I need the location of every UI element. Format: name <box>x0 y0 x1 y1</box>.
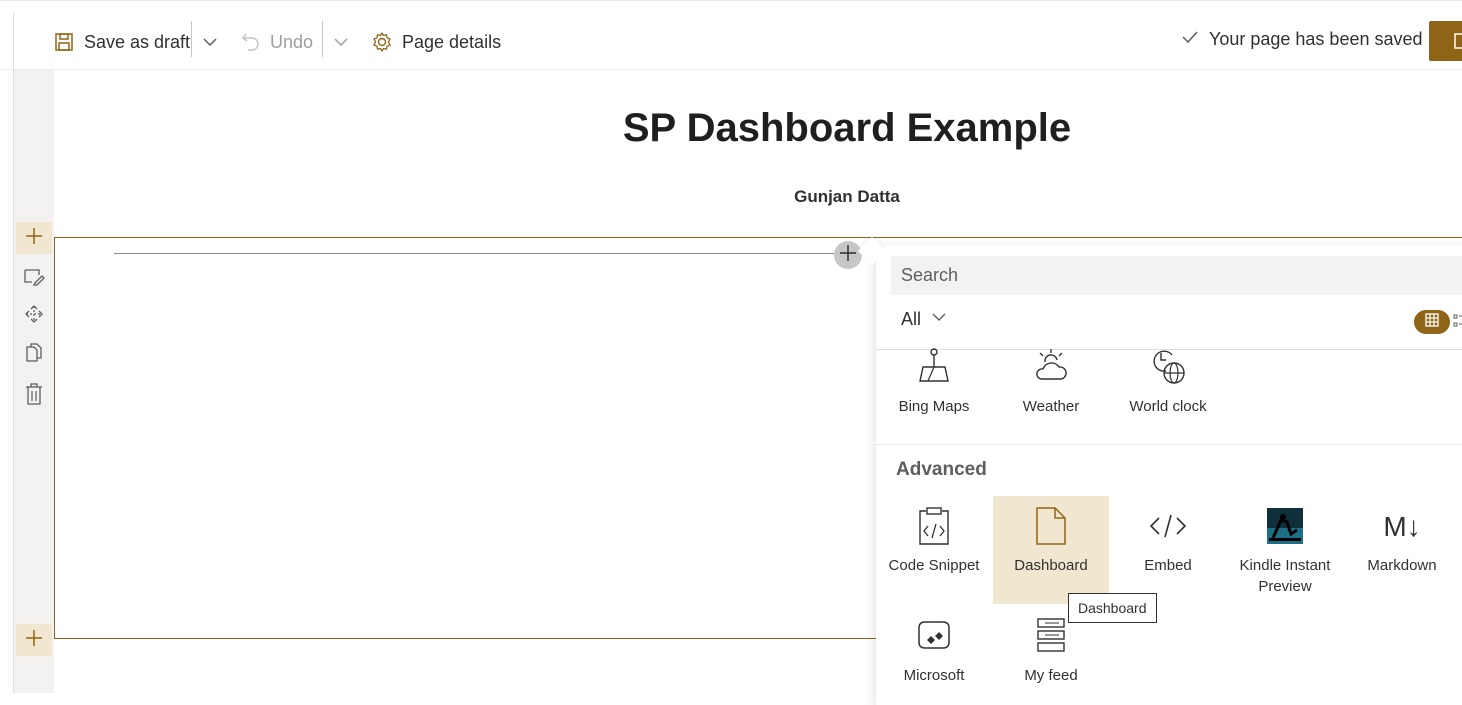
page-details-label: Page details <box>402 31 502 52</box>
page-icon <box>1454 33 1462 54</box>
duplicate-section-button[interactable] <box>16 340 52 372</box>
web-part-label: Code Snippet <box>888 557 980 574</box>
add-section-button[interactable] <box>16 222 52 254</box>
web-part-tile[interactable]: World clock <box>1110 347 1226 417</box>
plus-icon <box>24 226 44 251</box>
undo-icon <box>240 31 262 53</box>
chevron-down-icon <box>332 33 350 51</box>
web-part-tile[interactable]: M↓ Markdown <box>1344 506 1460 576</box>
undo-button[interactable]: Undo <box>240 28 313 56</box>
web-part-tile[interactable]: Bing Maps <box>876 347 992 417</box>
move-icon <box>24 304 44 329</box>
web-part-tile[interactable]: Weather <box>993 347 1109 417</box>
weather-icon <box>1031 347 1071 387</box>
copy-icon <box>24 342 44 370</box>
web-part-tile[interactable]: Code Snippet <box>876 506 992 576</box>
web-part-tile[interactable]: Embed <box>1110 506 1226 576</box>
undo-options-dropdown[interactable] <box>332 28 350 56</box>
search-placeholder: Search <box>901 265 959 285</box>
web-part-tile-selected[interactable]: Dashboard <box>993 496 1109 604</box>
grid-icon <box>1425 312 1439 332</box>
web-part-tile[interactable]: Kindle Instant Preview <box>1227 506 1343 597</box>
map-icon <box>917 347 951 387</box>
list-view-toggle[interactable] <box>1453 313 1462 334</box>
edit-section-button[interactable] <box>16 262 52 294</box>
grid-view-toggle[interactable] <box>1414 310 1450 334</box>
web-part-tile[interactable]: My feed <box>993 616 1109 686</box>
world-clock-icon <box>1148 347 1188 387</box>
page-details-button[interactable]: Page details <box>371 28 501 56</box>
plus-icon <box>24 628 44 653</box>
chevron-down-icon <box>931 309 947 330</box>
save-icon <box>54 32 74 52</box>
republish-button[interactable] <box>1429 21 1462 61</box>
add-section-button-bottom[interactable] <box>16 624 52 656</box>
web-part-label: Weather <box>1022 398 1080 415</box>
web-part-label: Dashboard <box>1014 557 1088 574</box>
save-status: Your page has been saved <box>1181 28 1423 51</box>
chevron-down-icon <box>201 33 219 51</box>
tooltip: Dashboard <box>1068 593 1157 623</box>
code-snippet-icon <box>916 506 952 546</box>
author-byline: Gunjan Datta <box>794 187 900 206</box>
trash-icon <box>25 382 43 410</box>
kindle-icon <box>1267 506 1303 546</box>
web-part-label: My feed <box>1024 667 1078 684</box>
gear-icon <box>371 31 393 53</box>
web-part-tile[interactable]: Microsoft <box>876 616 992 686</box>
page-title[interactable]: SP Dashboard Example <box>54 106 1462 151</box>
markdown-icon: M↓ <box>1383 510 1421 542</box>
search-input[interactable]: Search <box>891 256 1462 295</box>
web-part-label: Embed <box>1144 557 1192 574</box>
checkmark-icon <box>1181 28 1199 51</box>
document-icon <box>1035 506 1067 546</box>
web-part-label: Markdown <box>1367 557 1437 574</box>
edit-icon <box>23 266 45 291</box>
embed-icon <box>1148 506 1188 546</box>
plus-icon <box>839 244 857 267</box>
web-part-label: Microsoft <box>903 667 965 684</box>
divider <box>876 444 1462 445</box>
delete-section-button[interactable] <box>16 380 52 412</box>
power-bi-icon <box>915 616 953 656</box>
save-draft-button[interactable]: Save as draft <box>54 28 190 56</box>
separator <box>191 21 192 57</box>
insert-line <box>114 253 848 254</box>
title-region: SP Dashboard Example <box>54 106 1462 151</box>
category-heading: Advanced <box>896 459 987 480</box>
category-filter-dropdown[interactable]: All <box>901 309 947 330</box>
separator <box>322 21 323 57</box>
save-draft-label: Save as draft <box>84 31 191 52</box>
undo-label: Undo <box>270 31 314 52</box>
web-part-label: Kindle Instant Preview <box>1239 557 1331 595</box>
filter-label: All <box>901 309 922 329</box>
save-status-text: Your page has been saved <box>1209 29 1423 49</box>
list-icon <box>1453 314 1462 333</box>
web-part-label: World clock <box>1129 398 1207 415</box>
web-part-label: Bing Maps <box>898 398 970 415</box>
move-section-button[interactable] <box>16 300 52 332</box>
feed-icon <box>1035 616 1067 656</box>
add-web-part-button[interactable] <box>834 241 862 269</box>
save-options-dropdown[interactable] <box>201 28 219 56</box>
